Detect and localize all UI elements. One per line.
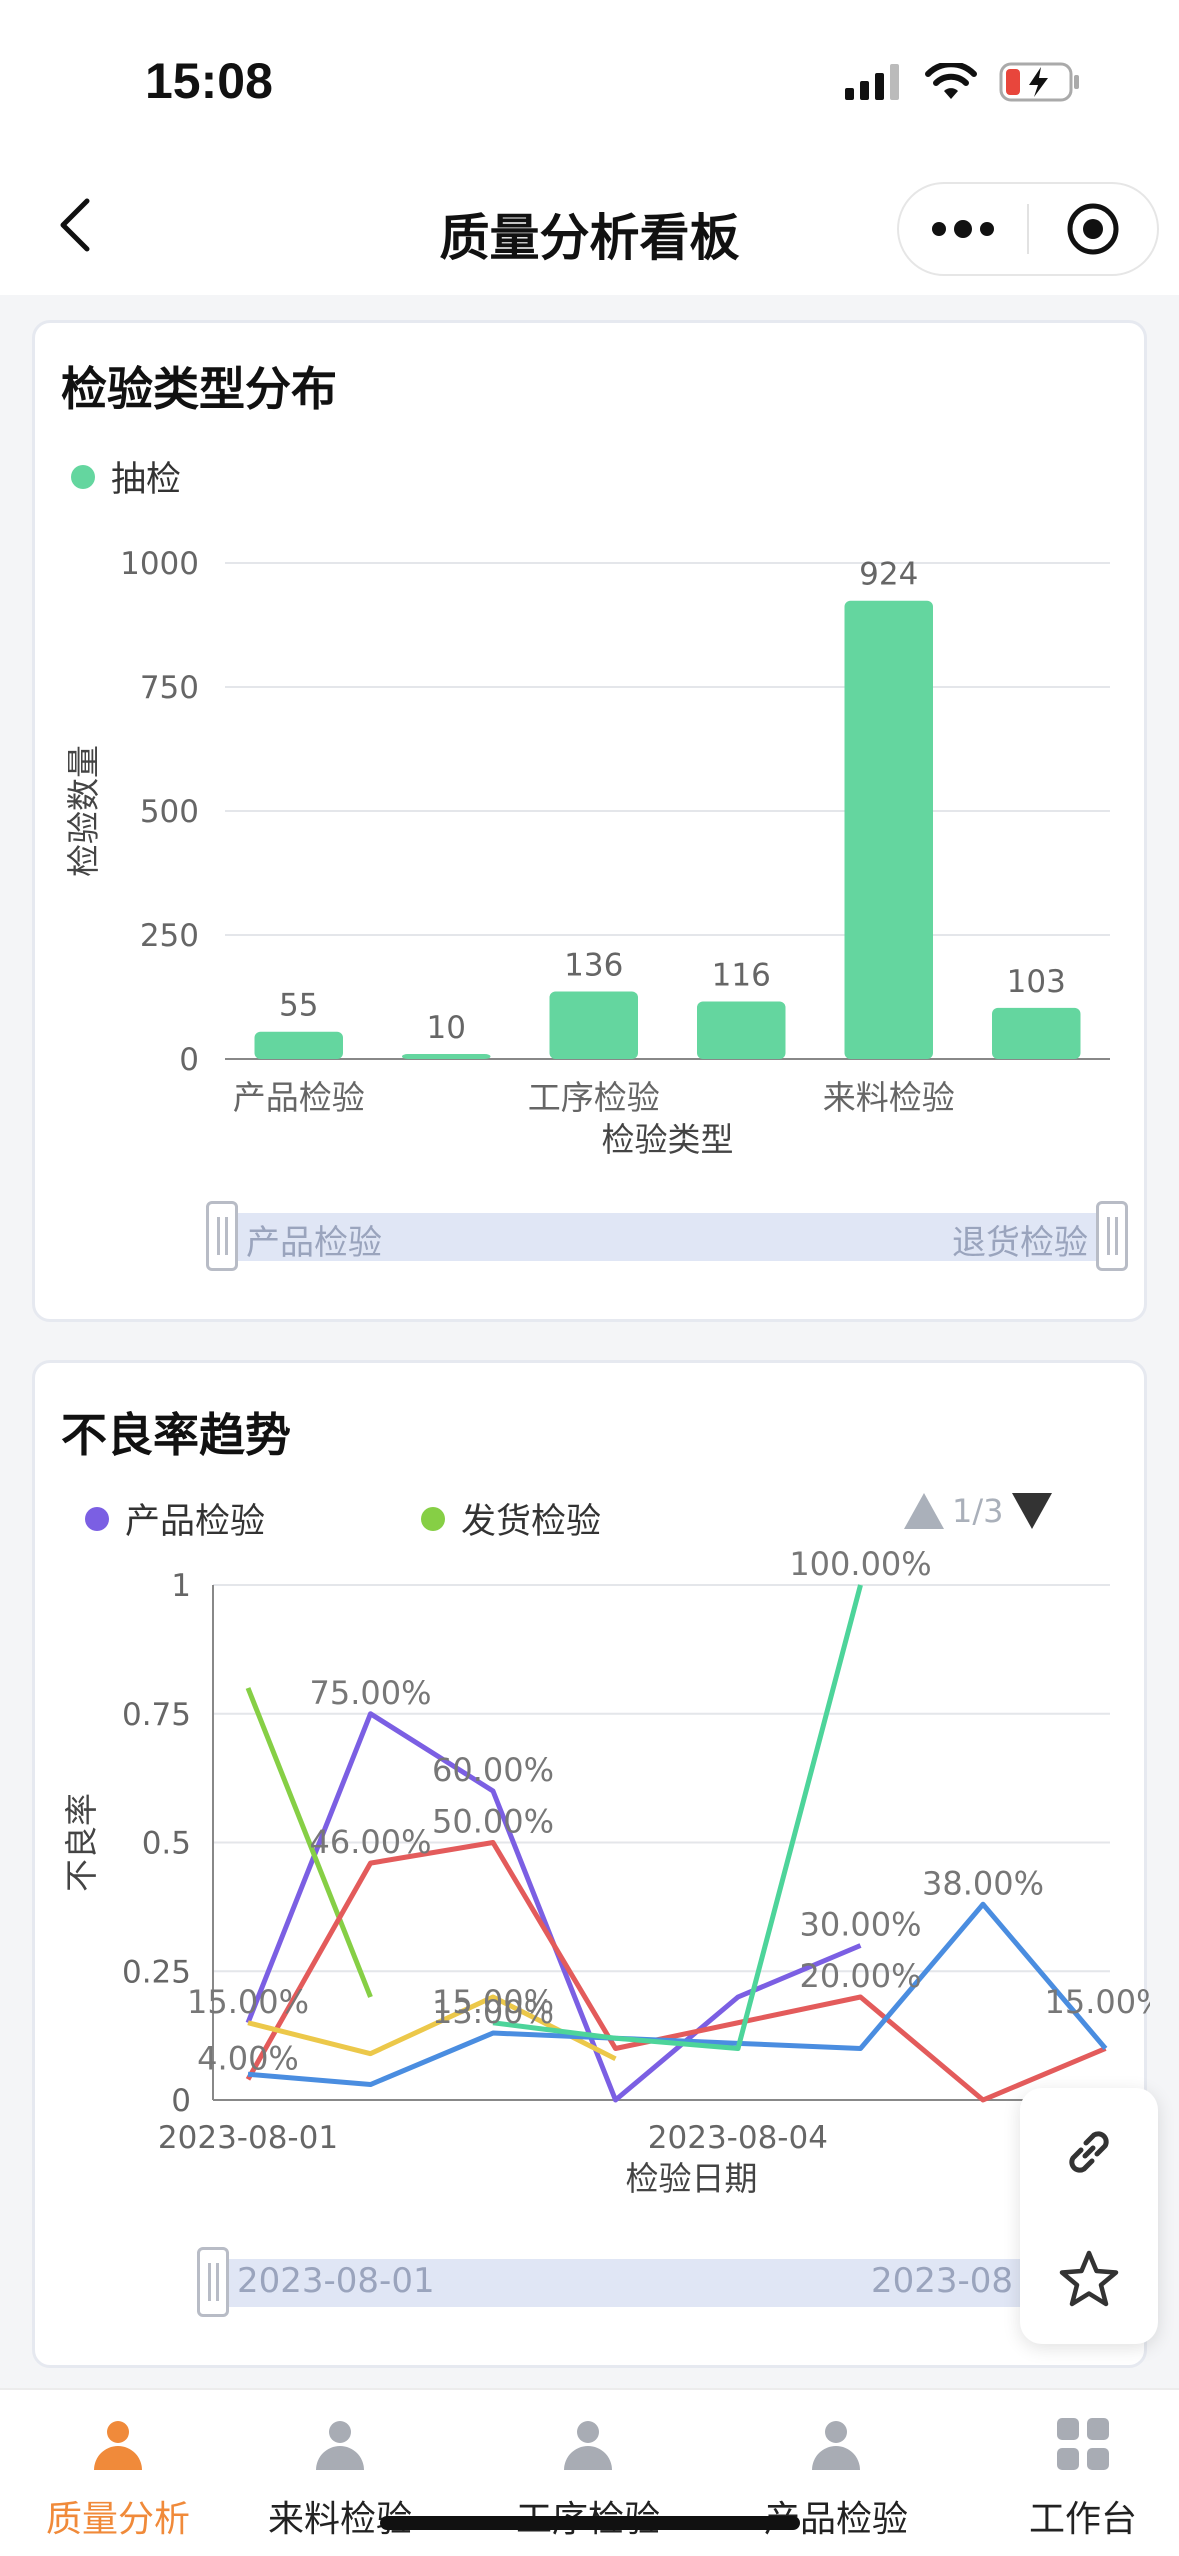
y-tick-label: 750 [140,670,199,706]
x-tick-label: 来料检验 [823,1078,955,1117]
y-tick-label: 0.75 [122,1697,191,1733]
tab-label: 工作台 [1028,2499,1137,2540]
star-icon [1059,2250,1119,2307]
series-line [245,1711,862,2103]
tab-product-inspection[interactable]: 产品检验 [718,2390,954,2556]
data-label: 100.00% [789,1545,931,1583]
data-label: 4.00% [197,2039,299,2077]
tab-incoming-inspection[interactable]: 来料检验 [222,2390,458,2556]
y-axis-title: 不良率 [62,1793,101,1892]
data-label: 924 [859,557,918,593]
nav-bar: 质量分析看板 [0,160,1179,295]
data-label: 116 [712,957,771,993]
x-tick-label: 2023-08-01 [158,2120,338,2156]
x-tick-label: 产品检验 [233,1078,365,1117]
data-label: 60.00% [432,1751,554,1789]
home-indicator [380,2516,800,2530]
data-label: 38.00% [922,1864,1044,1902]
data-label: 50.00% [432,1803,554,1841]
data-zoom-slider[interactable]: 产品检验 退货检验 [206,1201,1128,1271]
defect-rate-card: 不良率趋势 产品检验 发货检验 1/3 0 0.25 0.5 0.75 1 2023-08… [32,1360,1150,2368]
bar [254,1031,343,1059]
wifi-icon [925,63,977,99]
y-axis-title: 检验数量 [64,745,103,877]
more-button[interactable] [899,184,1027,274]
status-time: 15:08 [145,53,273,109]
data-label: 75.00% [309,1674,431,1712]
person-icon [316,2421,364,2470]
data-label: 55 [279,988,318,1024]
series-line [247,1901,1108,2088]
y-tick-label: 0 [179,1042,199,1078]
x-tick-label: 2023-08-04 [648,2120,828,2156]
x-axis-title: 检验日期 [626,2159,758,2198]
floating-action-panel [1020,2088,1158,2344]
zoom-end-label: 2023-08 [870,2261,1013,2301]
zoom-handle-start[interactable] [197,2247,229,2317]
y-tick-label: 500 [140,794,199,830]
link-icon [1069,2131,1109,2173]
x-tick-label: 工序检验 [528,1078,660,1117]
y-tick-label: 0.25 [122,1954,191,1990]
tab-label: 质量分析 [45,2499,190,2540]
zoom-end-label: 退货检验 [952,1223,1088,1263]
mini-program-capsule [897,182,1159,276]
person-icon [94,2421,142,2470]
status-icons [845,62,1081,102]
tab-workbench[interactable]: 工作台 [965,2390,1179,2556]
zoom-start-label: 产品检验 [246,1223,382,1263]
inspection-type-card: 检验类型分布 抽检 0 250 500 750 1000 55 产品检验 10 136 工序检验 1… [32,320,1147,1322]
signal-icon [845,64,899,100]
x-axis-title: 检验类型 [602,1120,734,1159]
battery-charging-icon [999,62,1079,102]
y-tick-label: 1000 [120,546,199,582]
data-label: 46.00% [309,1823,431,1861]
zoom-handle-start[interactable] [206,1201,238,1271]
grid-icon [1057,2418,1109,2470]
y-tick-label: 250 [140,918,199,954]
favorite-button[interactable] [1020,2216,1158,2344]
y-tick-label: 0.5 [142,1826,191,1862]
bar [992,1007,1081,1059]
data-label: 136 [564,948,623,984]
line-chart: 00.250.50.7512023-08-012023-08-042023-08… [62,1545,1150,2198]
share-link-button[interactable] [1020,2088,1158,2216]
tab-bar: 质量分析 来料检验 工序检验 产品检验 工作台 [0,2388,1179,2556]
bar-chart: 0 250 500 750 1000 55 产品检验 10 136 工序检验 116 924 来料检验 1… [64,546,1110,1159]
tab-process-inspection[interactable]: 工序检验 [470,2390,706,2556]
data-label: 30.00% [799,1906,921,1944]
tab-quality-analysis[interactable]: 质量分析 [0,2390,236,2556]
person-icon [564,2421,612,2470]
bar [697,1001,786,1059]
data-label: 15.00% [187,1983,309,2021]
data-label: 13.00% [432,1993,554,2031]
bar [844,600,933,1059]
data-label: 15.00% [1044,1983,1150,2021]
close-mini-program-button[interactable] [1029,184,1157,274]
data-label: 10 [427,1010,466,1046]
data-label: 20.00% [799,1957,921,1995]
more-dots-icon [932,220,994,238]
zoom-handle-end[interactable] [1096,1201,1128,1271]
data-zoom-slider[interactable]: 2023-08-01 2023-08 [197,2247,1073,2317]
zoom-start-label: 2023-08-01 [237,2261,435,2301]
person-icon [812,2421,860,2470]
y-tick-label: 1 [171,1568,191,1604]
data-label: 103 [1007,964,1066,1000]
bar [402,1054,491,1059]
status-bar: 15:08 [0,0,1179,160]
bar [549,991,638,1059]
y-tick-label: 0 [171,2083,191,2119]
target-icon [1067,203,1119,255]
